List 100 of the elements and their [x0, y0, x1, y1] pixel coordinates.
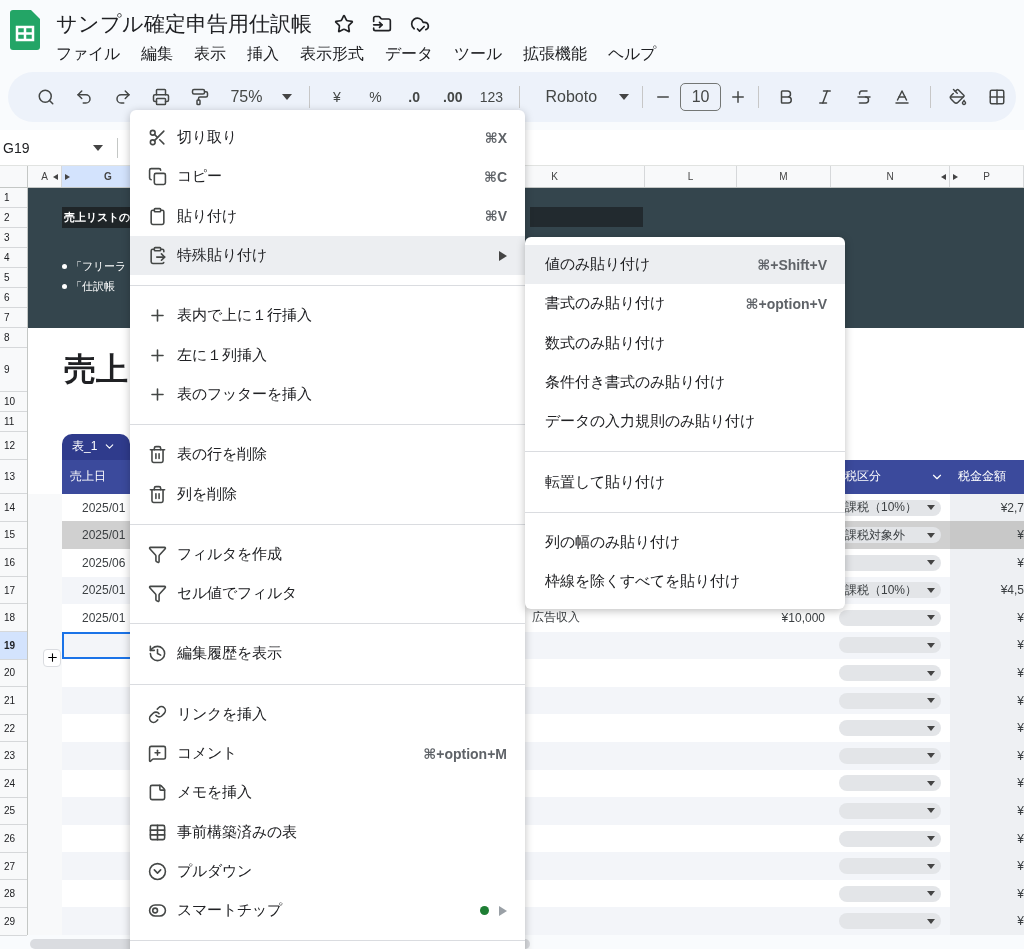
row-number[interactable]: 20: [0, 659, 27, 688]
paint-format-icon[interactable]: [191, 88, 209, 106]
name-box[interactable]: G19: [3, 139, 30, 156]
expand-arrow-icon[interactable]: [65, 174, 70, 180]
row-number[interactable]: 22: [0, 714, 27, 743]
row-number[interactable]: 4: [0, 248, 27, 268]
menu-item[interactable]: 表内で上に１行挿入: [130, 296, 525, 336]
menu-item[interactable]: 列を削除: [130, 474, 525, 514]
collapse-arrow-icon[interactable]: [941, 174, 946, 180]
column-header[interactable]: N: [831, 166, 950, 187]
fill-color-icon[interactable]: [949, 88, 967, 106]
borders-icon[interactable]: [987, 88, 1006, 106]
row-number[interactable]: 18: [0, 604, 27, 632]
clipboard-icon: [148, 246, 167, 266]
row-number[interactable]: 21: [0, 687, 27, 715]
redo-icon[interactable]: [113, 88, 132, 106]
caret-icon[interactable]: [619, 94, 630, 100]
folder-icon[interactable]: [372, 14, 392, 34]
column-heading[interactable]: 税区分: [845, 468, 881, 486]
menu-item[interactable]: データの入力規則のみ貼り付け: [525, 402, 845, 442]
row-number[interactable]: 3: [0, 228, 27, 248]
menu-item[interactable]: フィルタを作成: [130, 534, 525, 574]
menu-item[interactable]: 値のみ貼り付け ⌘+Shift+V: [525, 245, 845, 285]
menu-item[interactable]: 表の行を削除: [130, 435, 525, 475]
column-header[interactable]: P: [950, 166, 1024, 187]
strikethrough-icon[interactable]: [854, 88, 873, 106]
menu-bar-item[interactable]: ファイル: [56, 44, 120, 65]
table-tab[interactable]: 表_1: [62, 433, 130, 460]
row-number[interactable]: 2: [0, 208, 27, 228]
font-size-field[interactable]: 10: [680, 83, 721, 111]
row-number[interactable]: 14: [0, 494, 27, 522]
menu-bar-item[interactable]: ツール: [454, 44, 502, 65]
menu-item[interactable]: 左に１列挿入: [130, 335, 525, 375]
menu-item[interactable]: 数式のみ貼り付け: [525, 323, 845, 363]
decrease-decimals-button[interactable]: .0: [408, 89, 420, 105]
row-number[interactable]: 10: [0, 392, 27, 412]
document-title[interactable]: サンプル確定申告用仕訳帳: [56, 10, 312, 38]
menu-item[interactable]: スマートチップ: [130, 891, 525, 931]
star-icon[interactable]: [334, 14, 354, 34]
column-header[interactable]: M: [737, 166, 831, 187]
row-number[interactable]: 11: [0, 412, 27, 432]
menu-item[interactable]: セル値でフィルタ: [130, 573, 525, 614]
search-icon[interactable]: [37, 88, 56, 106]
row-number[interactable]: 5: [0, 268, 27, 288]
menu-item[interactable]: 編集履歴を表示: [130, 634, 525, 674]
menu-item[interactable]: コメント ⌘+option+M: [130, 733, 525, 774]
number-format-button[interactable]: 123: [479, 89, 504, 105]
row-number[interactable]: 7: [0, 308, 27, 328]
print-icon[interactable]: [152, 88, 171, 106]
menu-item[interactable]: プルダウン: [130, 851, 525, 892]
menu-bar-item[interactable]: 編集: [141, 44, 173, 65]
row-number[interactable]: 1: [0, 188, 27, 208]
menu-item[interactable]: 特殊貼り付け: [130, 235, 525, 276]
row-number[interactable]: 12: [0, 432, 27, 460]
menu-item[interactable]: 転置して貼り付け: [525, 462, 845, 502]
column-header[interactable]: L: [645, 166, 737, 187]
menu-item[interactable]: メモを挿入: [130, 773, 525, 813]
row-number[interactable]: 28: [0, 880, 27, 908]
zoom-select[interactable]: 75%: [230, 88, 263, 106]
row-number[interactable]: 13: [0, 460, 27, 494]
menu-bar-item[interactable]: ヘルプ: [608, 44, 656, 65]
expand-arrow-icon[interactable]: [953, 174, 958, 180]
menu-bar-item[interactable]: 拡張機能: [523, 44, 587, 65]
menu-item[interactable]: 貼り付け ⌘V: [130, 196, 525, 236]
menu-item[interactable]: 書式のみ貼り付け ⌘+option+V: [525, 284, 845, 324]
add-row-button[interactable]: [43, 648, 61, 667]
row-number[interactable]: 15: [0, 521, 27, 550]
row-number[interactable]: 19: [0, 631, 27, 660]
caret-icon[interactable]: [93, 144, 103, 151]
row-number[interactable]: 27: [0, 852, 27, 881]
text-color-icon[interactable]: [893, 88, 912, 106]
column-heading[interactable]: 売上日: [70, 468, 106, 486]
undo-icon[interactable]: [75, 88, 94, 106]
font-select[interactable]: Roboto: [545, 88, 598, 106]
currency-format-button[interactable]: ¥: [332, 89, 341, 105]
percent-format-button[interactable]: %: [369, 89, 382, 105]
row-number[interactable]: 6: [0, 288, 27, 308]
menu-bar-item[interactable]: 挿入: [247, 44, 279, 65]
collapse-arrow-icon[interactable]: [53, 174, 58, 180]
row-number[interactable]: 23: [0, 742, 27, 770]
row-number[interactable]: 17: [0, 576, 27, 605]
menu-item[interactable]: 切り取り ⌘X: [130, 118, 525, 158]
menu-item[interactable]: 表のフッターを挿入: [130, 374, 525, 415]
row-number[interactable]: 29: [0, 907, 27, 936]
row-number[interactable]: 25: [0, 797, 27, 826]
row-number[interactable]: 8: [0, 328, 27, 348]
menu-bar-item[interactable]: 表示形式: [300, 44, 364, 65]
cloud-check-icon[interactable]: [410, 14, 430, 34]
row-number[interactable]: 9: [0, 348, 27, 392]
column-heading[interactable]: 税金金額: [958, 468, 1006, 486]
menu-item[interactable]: 事前構築済みの表: [130, 812, 525, 852]
menu-item[interactable]: 条件付き書式のみ貼り付け: [525, 362, 845, 403]
row-number[interactable]: 24: [0, 769, 27, 798]
menu-bar-item[interactable]: データ: [385, 44, 433, 65]
caret-icon[interactable]: [282, 94, 292, 100]
row-number[interactable]: 26: [0, 825, 27, 853]
menu-item[interactable]: リンクを挿入: [130, 694, 525, 734]
menu-bar-item[interactable]: 表示: [194, 44, 226, 65]
row-number[interactable]: 16: [0, 549, 27, 577]
increase-decimals-button[interactable]: .00: [443, 89, 463, 105]
